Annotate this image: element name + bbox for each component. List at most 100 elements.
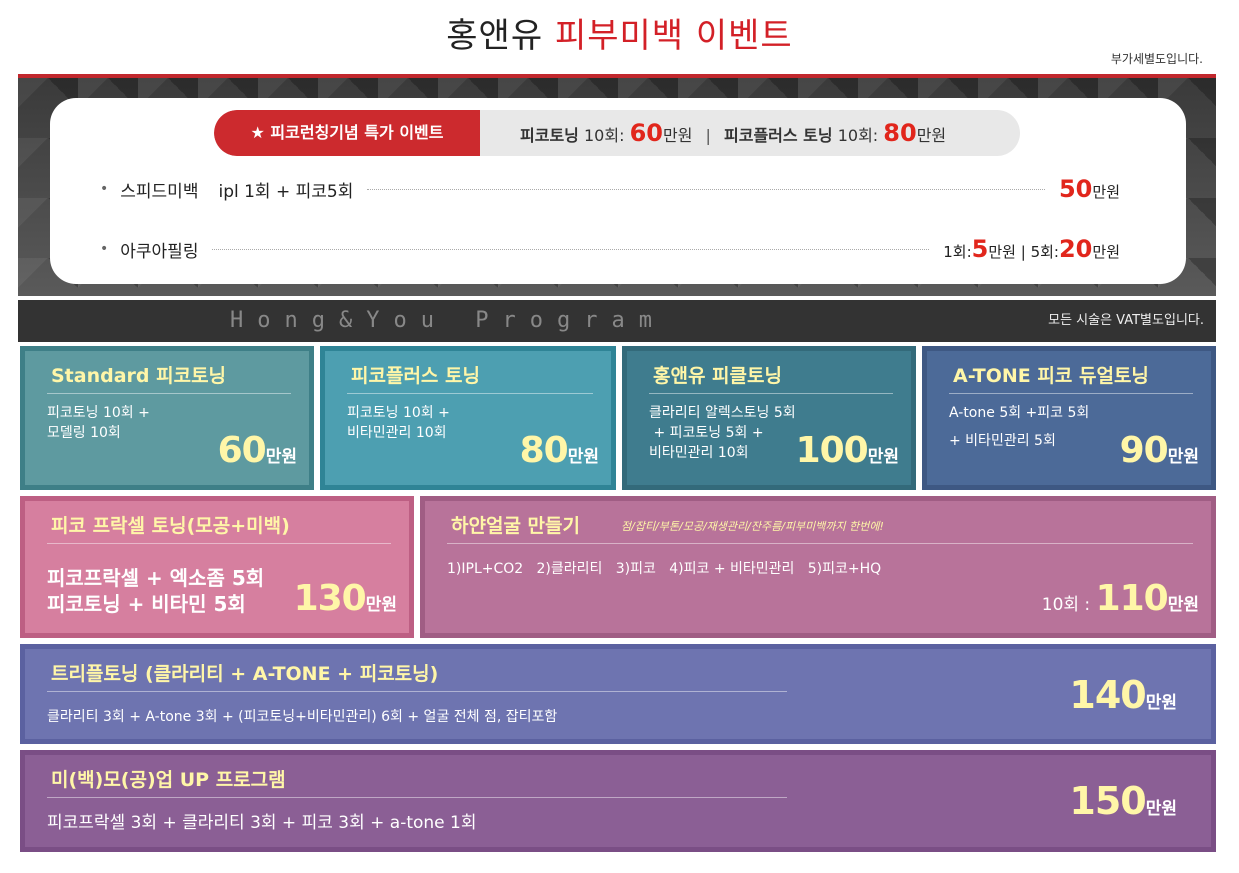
price-number: 50	[1058, 175, 1093, 203]
program-desc: 클라리티 3회 + A-tone 3회 + (피코토닝+비타민관리) 6회 + …	[47, 709, 558, 725]
desc-line: + 피코토닝 5회 +	[649, 425, 764, 441]
hero-row-aqua: • 아쿠아필링 1회:5만원 | 5회:20만원	[100, 234, 1120, 264]
program-subtitle: 점/잡티/부톤/모공/재생관리/잔주름/피부미백까지 한번에!	[621, 520, 884, 533]
hero-row-price: 1회:5만원 | 5회:20만원	[943, 235, 1120, 263]
price-separator: |	[1020, 243, 1026, 261]
promo-text: 피코토닝 10회: 60만원 | 피코플러스 토닝 10회: 80만원	[520, 110, 946, 156]
price-unit: 만원	[1145, 693, 1177, 713]
program-bar: Hong&You Program 모든 시술은 VAT별도입니다.	[18, 300, 1216, 342]
price-unit: 만원	[1145, 799, 1177, 819]
program-price: 100만원	[796, 430, 899, 471]
program-price: 80만원	[520, 430, 599, 471]
price-unit: 만원	[265, 447, 297, 467]
program-title: Hong&You Program	[230, 308, 666, 333]
price-unit: 만원	[1167, 595, 1199, 615]
hero-row-price: 50만원	[1059, 175, 1120, 203]
price-number: 140	[1069, 673, 1146, 717]
desc-line: 모델링 10회	[47, 425, 121, 441]
promo-item1-price: 60	[629, 119, 663, 147]
hero-row-name: 아쿠아필링	[120, 241, 199, 262]
promo-item2-name: 피코플러스 토닝	[724, 126, 833, 145]
program-head: Standard 피코토닝	[51, 365, 227, 387]
price-number: 90	[1119, 430, 1169, 471]
price-unit-2: 만원	[1092, 243, 1120, 261]
divider	[47, 797, 787, 798]
promo-item1-count: 10회:	[583, 126, 625, 145]
price-unit: 만원	[867, 447, 899, 467]
vat-note: 부가세별도입니다.	[1110, 52, 1203, 66]
price-number: 60	[217, 430, 267, 471]
desc-line: 비타민관리 10회	[347, 425, 447, 441]
dotted-leader	[367, 188, 1045, 190]
program-desc: 1)IPL+CO2 2)클라리티 3)피코 4)피코 + 비타민관리 5)피코+…	[447, 561, 882, 577]
price-prefix: 10회 :	[1041, 595, 1096, 615]
promo-item1-unit: 만원	[662, 126, 693, 145]
divider	[347, 393, 593, 394]
program-pico-fraxel: 피코 프락셀 토닝(모공+미백) 피코프락셀 + 엑소좀 5회 피코토닝 + 비…	[20, 496, 414, 638]
event-card: ★ 피코런칭기념 특가 이벤트 피코토닝 10회: 60만원 | 피코플러스 토…	[50, 98, 1186, 284]
price-number: 100	[795, 430, 869, 471]
program-desc: 피코토닝 10회 + 모델링 10회	[47, 403, 150, 443]
divider	[447, 543, 1193, 544]
program-head: 미(백)모(공)업 UP 프로그램	[51, 769, 286, 791]
program-desc: 클라리티 알렉스토닝 5회 + 피코토닝 5회 + 비타민관리 10회	[649, 403, 796, 463]
price-unit-1: 만원	[988, 243, 1016, 261]
hero-row-speed: • 스피드미백 ipl 1회 + 피코5회 50만원	[100, 174, 1120, 204]
desc-line: 비타민관리 10회	[649, 445, 749, 461]
program-head: 피코 프락셀 토닝(모공+미백)	[51, 515, 290, 537]
program-standard-pico: Standard 피코토닝 피코토닝 10회 + 모델링 10회 60만원	[20, 346, 314, 490]
price-number-1: 5	[971, 235, 989, 263]
program-desc: 피코프락셀 3회 + 클라리티 3회 + 피코 3회 + a-tone 1회	[47, 813, 477, 833]
program-head: 트리플토닝 (클라리티 + A-TONE + 피코토닝)	[51, 663, 439, 685]
desc-line: A-tone 5회 +피코 5회	[949, 405, 1090, 421]
program-pico-plus: 피코플러스 토닝 피코토닝 10회 + 비타민관리 10회 80만원	[320, 346, 616, 490]
program-desc: A-tone 5회 +피코 5회 + 비타민관리 5회	[949, 403, 1089, 451]
price-number: 130	[293, 578, 367, 619]
divider	[649, 393, 893, 394]
program-head: A-TONE 피코 듀얼토닝	[953, 365, 1149, 387]
program-head: 하얀얼굴 만들기	[451, 515, 580, 537]
program-head: 홍앤유 피클토닝	[653, 365, 782, 387]
program-price: 140만원	[1069, 673, 1177, 717]
divider	[47, 543, 391, 544]
price-label-2: 5회:	[1030, 243, 1059, 261]
program-head: 피코플러스 토닝	[351, 365, 480, 387]
desc-line: 피코토닝 10회 +	[347, 405, 450, 421]
program-pickle-toning: 홍앤유 피클토닝 클라리티 알렉스토닝 5회 + 피코토닝 5회 + 비타민관리…	[622, 346, 916, 490]
desc-line: 클라리티 알렉스토닝 5회	[649, 405, 796, 421]
title-event: 피부미백 이벤트	[554, 16, 793, 56]
program-atone-dual: A-TONE 피코 듀얼토닝 A-tone 5회 +피코 5회 + 비타민관리 …	[922, 346, 1216, 490]
promo-item1-name: 피코토닝	[520, 126, 579, 145]
price-number: 150	[1069, 779, 1146, 823]
page-title: 홍앤유 피부미백 이벤트	[0, 8, 1239, 57]
promo-bar: ★ 피코런칭기념 특가 이벤트 피코토닝 10회: 60만원 | 피코플러스 토…	[214, 110, 1020, 156]
desc-line: 피코프락셀 + 엑소좀 5회	[47, 566, 265, 590]
program-price: 150만원	[1069, 779, 1177, 823]
program-price: 10회 : 110만원	[1042, 578, 1199, 619]
program-price: 60만원	[218, 430, 297, 471]
bullet-icon: •	[100, 181, 109, 197]
dotted-leader	[212, 248, 930, 250]
program-desc: 피코프락셀 + 엑소좀 5회 피코토닝 + 비타민 5회	[47, 565, 264, 617]
desc-line: 피코토닝 10회 +	[47, 405, 150, 421]
bullet-icon: •	[100, 241, 109, 257]
program-mimo-up: 미(백)모(공)업 UP 프로그램 피코프락셀 3회 + 클라리티 3회 + 피…	[20, 750, 1216, 852]
price-number-2: 20	[1058, 235, 1093, 263]
price-number: 110	[1095, 578, 1169, 619]
title-brand: 홍앤유	[446, 16, 544, 56]
program-price: 90만원	[1120, 430, 1199, 471]
price-unit: 만원	[365, 595, 397, 615]
price-label-1: 1회:	[943, 243, 972, 261]
promo-separator: |	[705, 126, 711, 145]
price-number: 80	[519, 430, 569, 471]
divider	[47, 691, 787, 692]
hero-row-name: 스피드미백	[120, 181, 199, 202]
desc-line: + 비타민관리 5회	[949, 433, 1056, 449]
price-unit: 만원	[1167, 447, 1199, 467]
promo-item2-unit: 만원	[916, 126, 947, 145]
promo-item2-price: 80	[883, 119, 917, 147]
promo-item2-count: 10회:	[837, 126, 879, 145]
program-price: 130만원	[294, 578, 397, 619]
promo-tag: ★ 피코런칭기념 특가 이벤트	[214, 110, 480, 156]
desc-line: 피코토닝 + 비타민 5회	[47, 592, 246, 616]
